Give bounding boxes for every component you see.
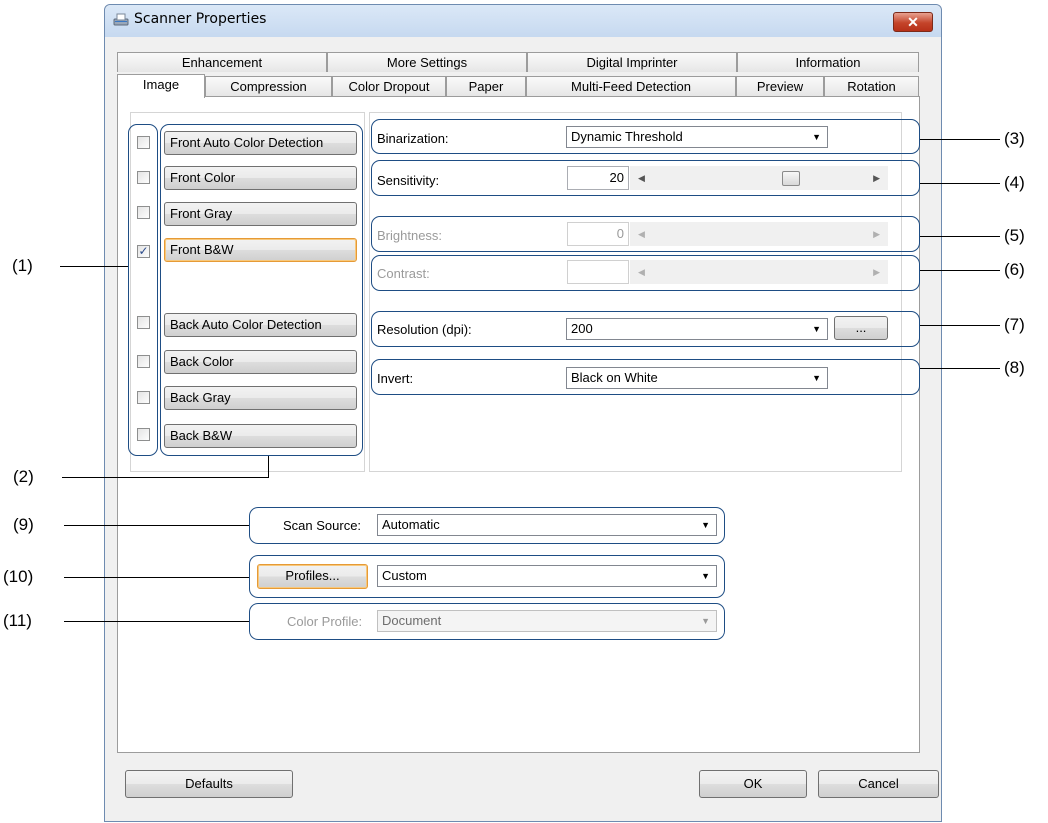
callout-frame-6 — [371, 255, 920, 291]
ok-button[interactable]: OK — [699, 770, 807, 798]
callout-line-3 — [920, 139, 1000, 140]
callout-line-11 — [64, 621, 249, 622]
tab-compression[interactable]: Compression — [205, 76, 332, 96]
tab-more-settings[interactable]: More Settings — [327, 52, 527, 72]
callout-frame-9 — [249, 507, 725, 544]
callout-number-2: (2) — [13, 467, 34, 486]
defaults-button[interactable]: Defaults — [125, 770, 293, 798]
cancel-button[interactable]: Cancel — [818, 770, 939, 798]
callout-line-2-vertical — [268, 456, 269, 478]
tab-rotation[interactable]: Rotation — [824, 76, 919, 96]
callout-number-10: (10) — [3, 567, 34, 586]
window-title: Scanner Properties — [134, 11, 267, 27]
callout-number-6: (6) — [1004, 260, 1025, 279]
tab-preview[interactable]: Preview — [736, 76, 824, 96]
tab-color-dropout[interactable]: Color Dropout — [332, 76, 446, 96]
callout-line-6 — [920, 270, 1000, 271]
callout-line-2 — [62, 477, 269, 478]
callout-number-5: (5) — [1004, 226, 1025, 245]
close-button[interactable]: ✕ — [893, 12, 933, 32]
callout-line-10 — [64, 577, 249, 578]
callout-number-8: (8) — [1004, 358, 1025, 377]
tab-paper[interactable]: Paper — [446, 76, 526, 96]
callout-number-11: (11) — [3, 611, 32, 630]
callout-frame-7 — [371, 311, 920, 347]
callout-frame-3 — [371, 119, 920, 154]
callout-line-4 — [920, 183, 1000, 184]
scanner-icon — [113, 12, 129, 28]
tab-multi-feed-detection[interactable]: Multi-Feed Detection — [526, 76, 736, 96]
callout-frame-11 — [249, 603, 725, 640]
callout-number-4: (4) — [1004, 173, 1025, 192]
callout-frame-5 — [371, 216, 920, 252]
callout-line-5 — [920, 236, 1000, 237]
callout-frame-10 — [249, 555, 725, 598]
callout-line-9 — [64, 525, 249, 526]
callout-number-7: (7) — [1004, 315, 1025, 334]
callout-frame-8 — [371, 359, 920, 395]
callout-number-3: (3) — [1004, 129, 1025, 148]
callout-frame-1 — [128, 124, 158, 456]
callout-line-8 — [920, 368, 1000, 369]
callout-line-1 — [60, 266, 128, 267]
callout-line-7 — [920, 325, 1000, 326]
callout-number-1: (1) — [12, 256, 33, 275]
tab-image[interactable]: Image — [117, 74, 205, 98]
tab-information[interactable]: Information — [737, 52, 919, 72]
callout-frame-2 — [160, 124, 363, 456]
callout-number-9: (9) — [13, 515, 34, 534]
tab-enhancement[interactable]: Enhancement — [117, 52, 327, 72]
tab-digital-imprinter[interactable]: Digital Imprinter — [527, 52, 737, 72]
callout-frame-4 — [371, 160, 920, 196]
